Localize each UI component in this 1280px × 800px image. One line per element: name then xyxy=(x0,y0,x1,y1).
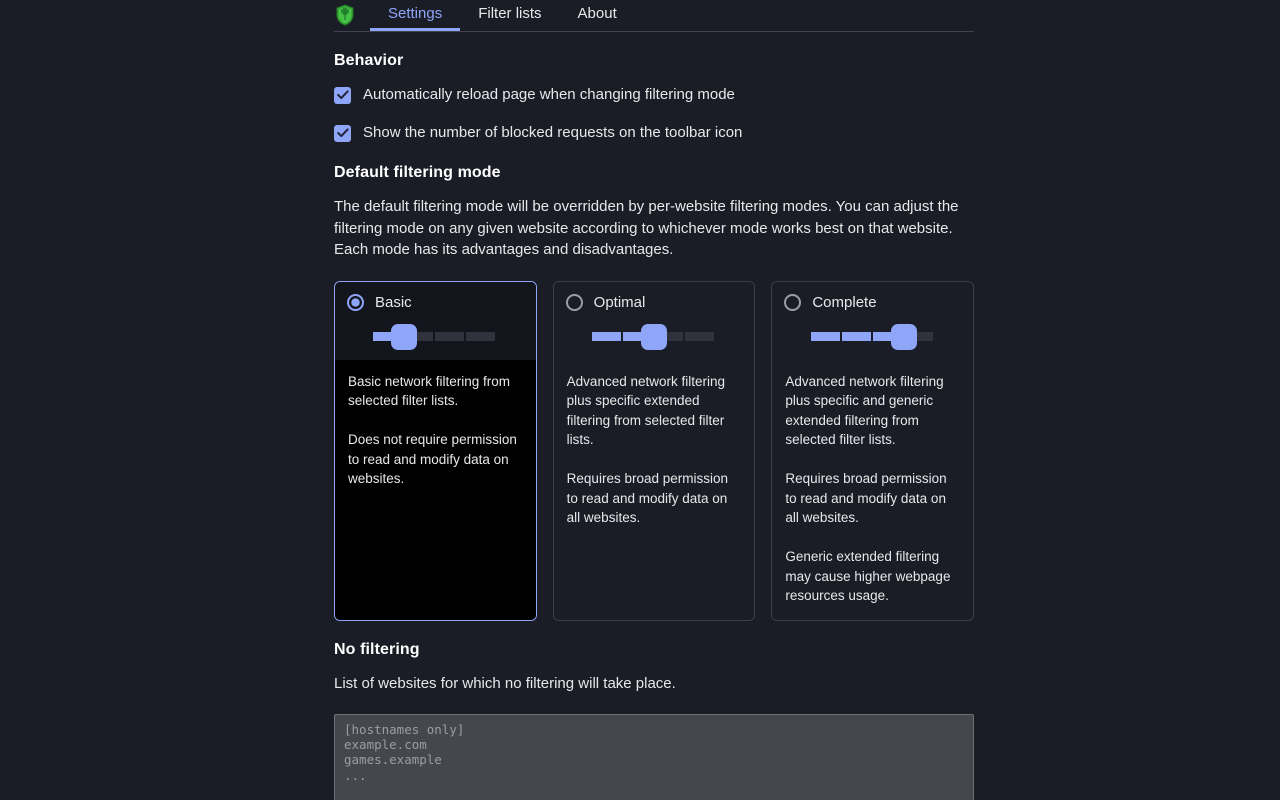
slider-segment xyxy=(685,332,714,341)
mode-title-complete: Complete xyxy=(812,294,877,311)
mode-card-complete-header: Complete xyxy=(772,281,974,360)
mode-desc-paragraph: Advanced network filtering plus specific… xyxy=(566,373,726,448)
no-filtering-heading: No filtering xyxy=(334,640,420,658)
slider-segment xyxy=(466,332,496,341)
mode-card-complete[interactable]: Complete Advanced network filtering plus… xyxy=(771,280,975,621)
checkbox-label-auto-reload: Automatically reload page when changing … xyxy=(363,86,735,103)
checkbox-row-blocked-count[interactable]: Show the number of blocked requests on t… xyxy=(334,122,974,144)
radio-optimal[interactable] xyxy=(565,294,583,311)
slider-segment xyxy=(435,332,465,341)
slider-thumb[interactable] xyxy=(641,323,667,350)
mode-card-optimal-body: Advanced network filtering plus specific… xyxy=(553,359,755,620)
no-filtering-textarea[interactable] xyxy=(334,714,974,800)
checkbox-row-auto-reload[interactable]: Automatically reload page when changing … xyxy=(334,84,974,106)
mode-card-basic[interactable]: Basic Basic network filtering from selec… xyxy=(334,280,537,621)
shield-icon xyxy=(334,0,356,30)
slider-basic[interactable] xyxy=(347,314,524,360)
settings-content: Behavior Automatically reload page when … xyxy=(334,32,975,800)
slider-thumb[interactable] xyxy=(890,323,917,350)
checkbox-blocked-count[interactable] xyxy=(334,124,351,142)
slider-segment xyxy=(810,332,840,341)
filtering-mode-heading: Default filtering mode xyxy=(334,164,501,181)
mode-title-optimal: Optimal xyxy=(593,294,646,311)
mode-desc-paragraph: Does not require permission to read and … xyxy=(348,432,517,486)
mode-desc-paragraph: Basic network filtering from selected fi… xyxy=(348,373,511,409)
mode-card-complete-body: Advanced network filtering plus specific… xyxy=(772,359,974,620)
options-page: Settings Filter lists About Behavior Aut… xyxy=(0,0,1280,800)
radio-basic[interactable] xyxy=(347,294,364,311)
mode-card-optimal-header: Optimal xyxy=(553,281,755,360)
no-filtering-textarea-wrap xyxy=(334,714,974,800)
filtering-mode-cards: Basic Basic network filtering from selec… xyxy=(334,280,975,621)
slider-segment xyxy=(592,332,621,341)
mode-title-basic: Basic xyxy=(375,294,412,311)
no-filtering-description: List of websites for which no filtering … xyxy=(334,674,676,692)
mode-desc-paragraph: Requires broad permission to read and mo… xyxy=(566,471,728,525)
mode-card-basic-header: Basic xyxy=(335,281,536,360)
mode-desc-paragraph: Generic extended filtering may cause hig… xyxy=(785,549,951,603)
mode-card-optimal[interactable]: Optimal Advanced network filtering plus … xyxy=(552,280,756,621)
mode-desc-paragraph: Advanced network filtering plus specific… xyxy=(785,373,944,448)
filtering-mode-description: The default filtering mode will be overr… xyxy=(334,198,959,258)
checkbox-auto-reload[interactable] xyxy=(334,86,351,104)
tab-bar: Settings Filter lists About xyxy=(334,0,974,32)
slider-segment xyxy=(841,332,871,341)
radio-complete[interactable] xyxy=(784,294,802,311)
check-icon xyxy=(336,90,349,100)
slider-optimal[interactable] xyxy=(566,314,743,360)
mode-card-basic-body: Basic network filtering from selected fi… xyxy=(335,359,536,620)
mode-desc-paragraph: Requires broad permission to read and mo… xyxy=(785,471,947,525)
check-icon xyxy=(336,128,349,138)
behavior-heading: Behavior xyxy=(334,52,404,69)
tab-filter-lists[interactable]: Filter lists xyxy=(460,0,559,31)
slider-complete[interactable] xyxy=(784,314,961,360)
slider-thumb[interactable] xyxy=(391,323,418,350)
tab-settings[interactable]: Settings xyxy=(370,0,461,31)
tab-about[interactable]: About xyxy=(560,0,635,31)
checkbox-label-blocked-count: Show the number of blocked requests on t… xyxy=(363,124,743,141)
